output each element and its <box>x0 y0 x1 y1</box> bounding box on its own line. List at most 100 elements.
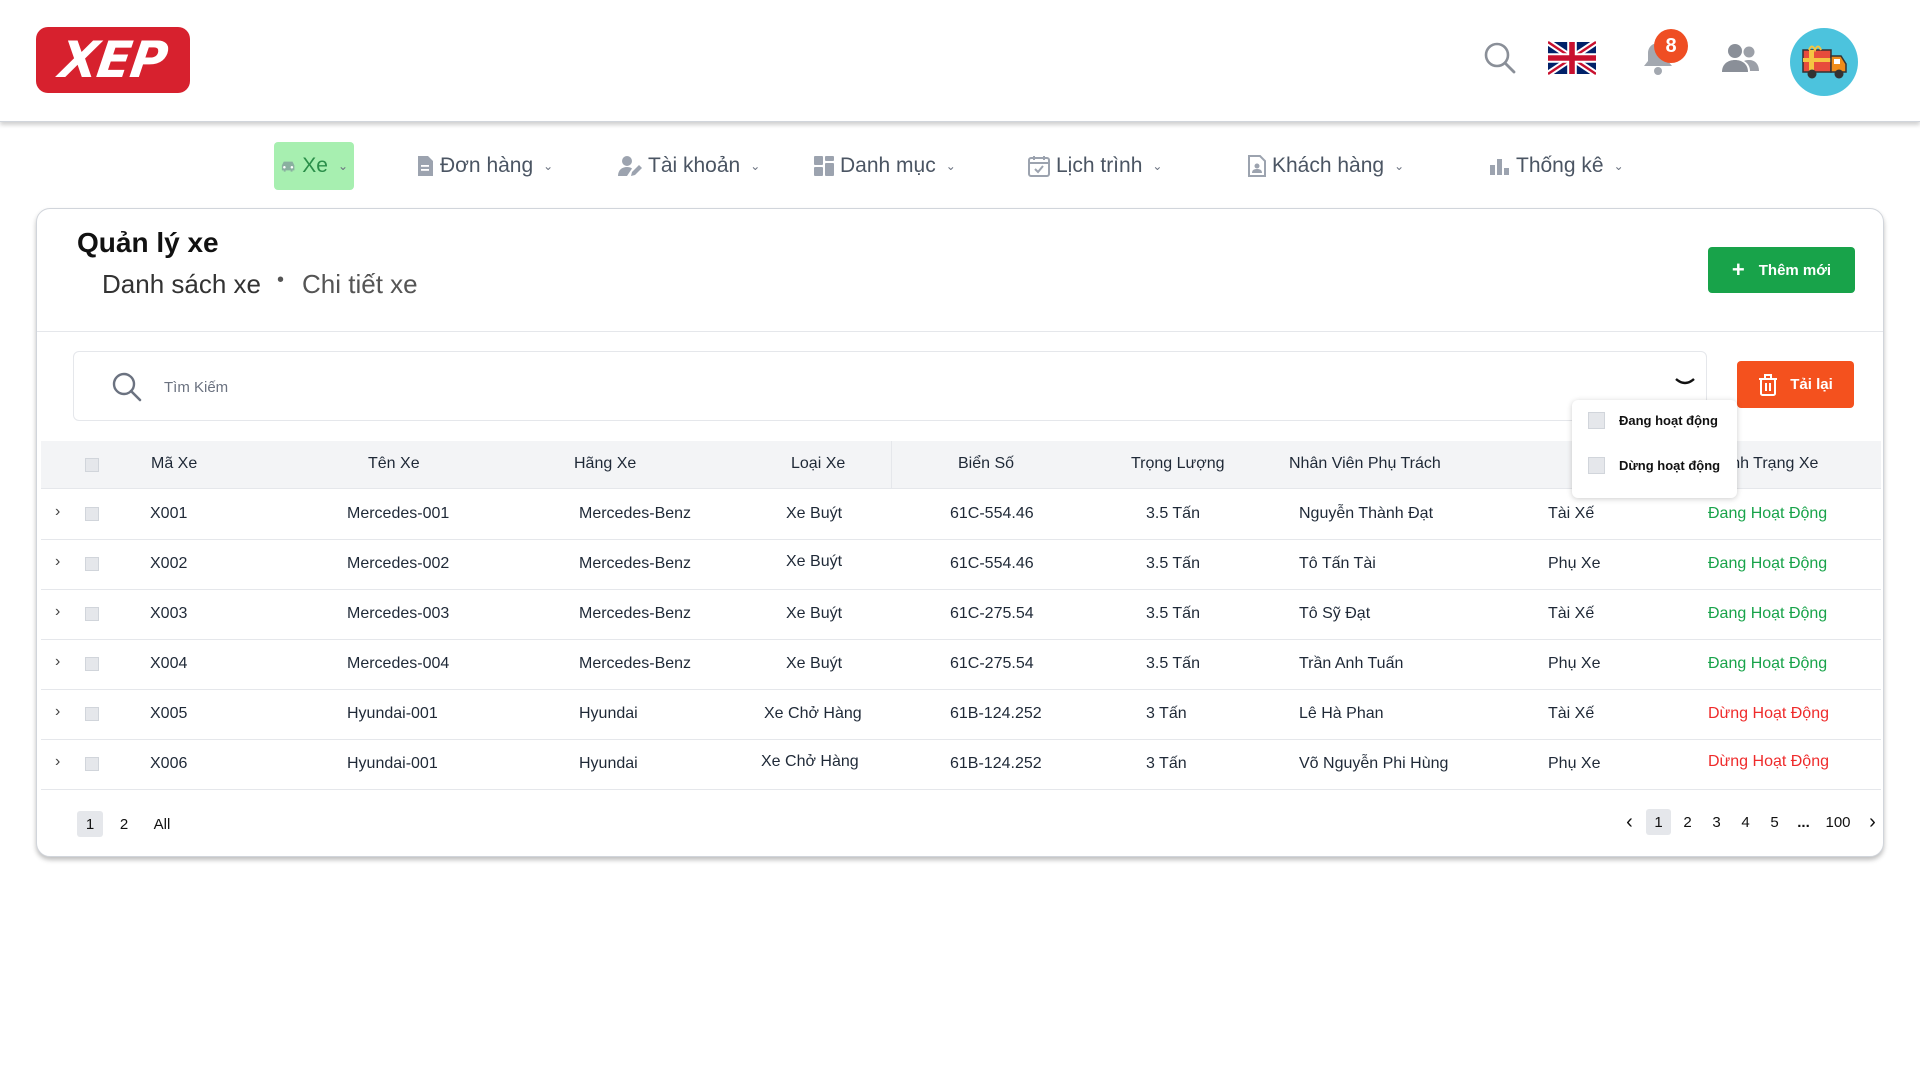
user-edit-icon <box>618 156 642 176</box>
row-checkbox[interactable] <box>85 607 99 621</box>
chevron-right-icon[interactable]: › <box>55 553 60 571</box>
filter-option-active[interactable]: Đang hoạt động <box>1588 412 1718 429</box>
cell-brand: Mercedes-Benz <box>579 605 692 622</box>
cell-vehicle-id: X005 <box>150 705 188 722</box>
column-header[interactable]: Trọng Lượng <box>1131 455 1225 473</box>
cell-role: Tài Xế <box>1548 605 1595 622</box>
document-icon <box>418 156 433 176</box>
row-checkbox[interactable] <box>85 557 99 571</box>
cell-vehicle-name: Mercedes-004 <box>347 655 450 672</box>
filter-checkbox[interactable] <box>1588 457 1605 474</box>
chevron-right-icon[interactable]: › <box>55 703 60 721</box>
chevron-right-icon[interactable]: › <box>55 753 60 771</box>
filter-checkbox[interactable] <box>1588 412 1605 429</box>
chevron-down-icon: ⌄ <box>337 159 348 173</box>
search-bar <box>73 351 1707 421</box>
status-badge: Dừng Hoạt Động <box>1708 705 1829 722</box>
delivery-truck-icon <box>1802 45 1847 79</box>
chevron-down-icon: ⌄ <box>1152 159 1163 173</box>
chevron-down-icon[interactable] <box>1674 376 1696 390</box>
search-icon <box>112 372 142 402</box>
contact-file-icon <box>1248 155 1266 177</box>
cell-role: Tài Xế <box>1548 705 1595 722</box>
table-row[interactable]: › X004 Mercedes-004 Mercedes-Benz Xe Buý… <box>41 640 1881 690</box>
cell-vehicle-id: X006 <box>150 755 188 772</box>
xep-logo[interactable]: XEP <box>36 27 190 93</box>
table-row[interactable]: › X005 Hyundai-001 Hyundai Xe Chở Hàng 6… <box>41 690 1881 740</box>
column-header[interactable]: Hãng Xe <box>574 455 636 473</box>
cell-plate: 61B-124.252 <box>950 705 1042 722</box>
row-checkbox[interactable] <box>85 757 99 771</box>
search-icon[interactable] <box>1476 34 1524 82</box>
uk-flag-icon[interactable] <box>1548 34 1596 82</box>
breadcrumb-separator: • <box>277 269 285 291</box>
cell-type: Xe Buýt <box>786 505 843 522</box>
column-header[interactable]: Mã Xe <box>151 455 197 473</box>
table-row[interactable]: › X002 Mercedes-002 Mercedes-Benz Xe Buý… <box>41 540 1881 590</box>
row-checkbox[interactable] <box>85 507 99 521</box>
breadcrumb-vehicle-list[interactable]: Danh sách xe <box>102 269 261 300</box>
page-button[interactable]: 2 <box>1675 809 1700 835</box>
status-filter-dropdown: Đang hoạt động Dừng hoạt động <box>1572 400 1737 498</box>
page-button[interactable]: 100 <box>1820 809 1856 835</box>
reload-button[interactable]: Tải lại <box>1737 361 1854 408</box>
top-header: XEP 8 <box>0 0 1920 122</box>
nav-tai-khoan[interactable]: Tài khoản ⌄ <box>612 142 766 190</box>
cell-vehicle-name: Mercedes-002 <box>347 555 450 572</box>
nav-don-hang[interactable]: Đơn hàng ⌄ <box>410 142 559 190</box>
search-input[interactable] <box>164 372 1464 402</box>
row-checkbox[interactable] <box>85 707 99 721</box>
cell-type: Xe Buýt <box>786 553 843 570</box>
cell-vehicle-name: Hyundai-001 <box>347 755 438 772</box>
nav-khach-hang[interactable]: Khách hàng ⌄ <box>1242 142 1410 190</box>
status-badge: Đang Hoạt Động <box>1708 555 1828 572</box>
breadcrumb-vehicle-detail[interactable]: Chi tiết xe <box>302 269 418 300</box>
row-checkbox[interactable] <box>85 657 99 671</box>
car-icon <box>281 161 295 172</box>
trash-icon <box>1759 373 1778 396</box>
avatar[interactable] <box>1790 28 1858 96</box>
cell-brand: Hyundai <box>579 705 638 722</box>
page-size-option[interactable]: 2 <box>111 811 137 837</box>
cell-vehicle-id: X002 <box>150 555 188 572</box>
nav-xe[interactable]: Xe ⌄ <box>274 142 354 190</box>
calendar-icon <box>1028 156 1050 177</box>
cell-type: Xe Buýt <box>786 605 843 622</box>
status-badge: Dừng Hoạt Động <box>1708 753 1829 770</box>
chevron-right-icon[interactable]: › <box>1860 809 1885 835</box>
column-header[interactable]: Nhân Viên Phụ Trách <box>1289 455 1441 473</box>
page-button[interactable]: 1 <box>1646 809 1671 835</box>
grid-icon <box>814 156 834 176</box>
page-button[interactable]: 3 <box>1704 809 1729 835</box>
cell-vehicle-name: Mercedes-003 <box>347 605 450 622</box>
table-row[interactable]: › X003 Mercedes-003 Mercedes-Benz Xe Buý… <box>41 590 1881 640</box>
cell-plate: 61C-554.46 <box>950 555 1034 572</box>
pagination: ‹ 1 2 3 4 5 ... 100 › <box>1617 809 1885 835</box>
nav-lich-trinh[interactable]: Lịch trình ⌄ <box>1022 142 1168 190</box>
cell-weight: 3 Tấn <box>1146 755 1187 772</box>
add-new-button[interactable]: + Thêm mới <box>1708 247 1855 293</box>
chevron-right-icon[interactable]: › <box>55 603 60 621</box>
chevron-left-icon[interactable]: ‹ <box>1617 809 1642 835</box>
nav-danh-muc[interactable]: Danh mục ⌄ <box>808 142 962 190</box>
cell-weight: 3.5 Tấn <box>1146 505 1200 522</box>
page-button[interactable]: 5 <box>1762 809 1787 835</box>
column-header[interactable]: Tên Xe <box>368 455 420 473</box>
filter-option-stopped[interactable]: Dừng hoạt động <box>1588 457 1720 474</box>
chevron-right-icon[interactable]: › <box>55 653 60 671</box>
table-row[interactable]: › X006 Hyundai-001 Hyundai Xe Chở Hàng 6… <box>41 740 1881 790</box>
column-header[interactable]: Biển Số <box>958 455 1014 473</box>
plus-icon: + <box>1731 257 1745 282</box>
nav-thong-ke[interactable]: Thống kê ⌄ <box>1484 142 1630 190</box>
page-size-option[interactable]: All <box>149 811 175 837</box>
cell-weight: 3.5 Tấn <box>1146 555 1200 572</box>
cell-vehicle-id: X004 <box>150 655 188 672</box>
chevron-right-icon[interactable]: › <box>55 503 60 521</box>
select-all-checkbox[interactable] <box>85 458 99 472</box>
cell-weight: 3.5 Tấn <box>1146 655 1200 672</box>
cell-staff: Võ Nguyễn Phi Hùng <box>1299 755 1449 772</box>
column-header[interactable]: Loại Xe <box>791 455 845 473</box>
users-icon[interactable] <box>1716 34 1764 82</box>
page-size-option[interactable]: 1 <box>77 811 103 837</box>
page-button[interactable]: 4 <box>1733 809 1758 835</box>
